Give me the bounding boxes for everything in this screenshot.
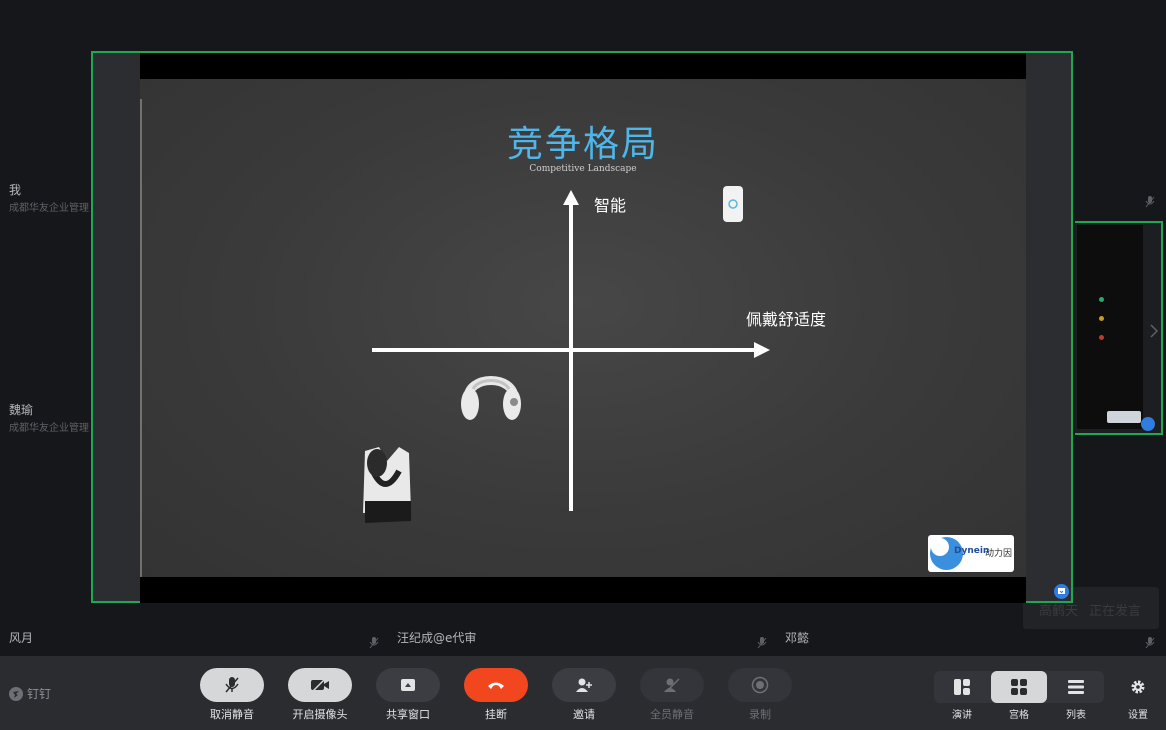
phone-hangup-icon xyxy=(488,682,504,689)
grid-view-button[interactable] xyxy=(991,671,1047,703)
participant-tile-fengyue[interactable]: 风月 xyxy=(0,620,388,654)
grid-layout-icon xyxy=(1011,679,1027,695)
invite-button[interactable] xyxy=(552,668,616,702)
record-icon xyxy=(751,676,769,694)
x-axis-label: 佩戴舒适度 xyxy=(746,310,827,329)
y-axis-label: 智能 xyxy=(594,196,627,215)
meeting-toolbar: 钉钉 取消静音 开启摄像头 共享窗口 挂断 邀请 全员静音 录制 演讲 宫格 列… xyxy=(0,656,1166,730)
camera-button[interactable] xyxy=(288,668,352,702)
record-label: 录制 xyxy=(749,708,771,721)
mute-all-icon xyxy=(664,678,680,693)
record-button[interactable] xyxy=(728,668,792,702)
logo-cn-text: 动力因 xyxy=(985,549,1013,559)
settings-label: 设置 xyxy=(1128,710,1148,721)
share-screen-icon xyxy=(401,679,415,691)
thumbnail-preview xyxy=(1077,225,1143,429)
expand-panel-chevron-icon[interactable] xyxy=(1147,301,1161,361)
posture-vest-product-image xyxy=(363,447,411,523)
unmute-label: 取消静音 xyxy=(210,708,254,721)
wearable-pod-product-image xyxy=(723,186,743,222)
list-view-button[interactable] xyxy=(1048,671,1104,703)
neck-massager-product-image xyxy=(461,376,521,420)
mic-muted-icon xyxy=(757,637,767,649)
add-person-icon xyxy=(576,678,592,692)
mic-muted-icon xyxy=(369,637,379,649)
speaker-view-label: 演讲 xyxy=(952,710,972,721)
mic-muted-icon xyxy=(225,677,239,693)
dingtalk-logo: 钉钉 xyxy=(9,685,51,702)
mic-muted-icon xyxy=(1145,637,1155,649)
screen-share-thumbnail[interactable] xyxy=(1075,221,1163,435)
mute-all-label: 全员静音 xyxy=(650,708,694,721)
grid-view-label: 宫格 xyxy=(1009,710,1029,721)
screen-share-indicator-icon xyxy=(1141,417,1155,431)
participant-name: 邓懿 xyxy=(785,631,810,645)
invite-label: 邀请 xyxy=(573,708,595,721)
settings-button[interactable] xyxy=(1110,671,1166,703)
speaker-status: 正在发言 xyxy=(1089,604,1142,619)
hangup-label: 挂断 xyxy=(485,708,507,721)
participant-org: 成都华友企业管理 xyxy=(9,423,89,434)
participant-org: 成都华友企业管理 xyxy=(9,203,89,214)
participant-name: 汪纪成@e代审 xyxy=(397,631,477,645)
unmute-button[interactable] xyxy=(200,668,264,702)
competitive-axes xyxy=(372,190,770,511)
participant-tile-wangjicheng[interactable]: 汪纪成@e代审 xyxy=(388,620,776,654)
mic-muted-icon xyxy=(1145,196,1155,208)
share-window-label: 共享窗口 xyxy=(386,708,430,721)
dynein-logo: Dynein 动力因 xyxy=(928,535,1014,572)
hangup-button[interactable] xyxy=(464,668,528,702)
speaker-view-button[interactable] xyxy=(934,671,990,703)
gear-icon xyxy=(1131,680,1145,694)
mute-all-button[interactable] xyxy=(640,668,704,702)
speaker-layout-icon xyxy=(954,679,970,695)
app-logo-label: 钉钉 xyxy=(27,687,52,701)
participant-tile-weiyu[interactable]: 魏瑜 成都华友企业管理 xyxy=(0,390,90,450)
camera-off-icon xyxy=(311,677,329,693)
shared-slide: 竞争格局 Competitive Landscape 智能 佩戴舒适度 Dyne… xyxy=(140,53,1026,603)
participant-name: 风月 xyxy=(9,631,34,645)
camera-label: 开启摄像头 xyxy=(292,708,348,721)
participant-name: 我 xyxy=(9,183,22,197)
participant-tile-self[interactable]: 我 成都华友企业管理 xyxy=(0,170,90,230)
screen-share-indicator-icon xyxy=(1054,584,1069,599)
share-window-button[interactable] xyxy=(376,668,440,702)
list-layout-icon xyxy=(1068,680,1084,694)
dingtalk-icon xyxy=(9,686,23,701)
participant-name: 魏瑜 xyxy=(9,403,34,417)
list-view-label: 列表 xyxy=(1066,710,1086,721)
